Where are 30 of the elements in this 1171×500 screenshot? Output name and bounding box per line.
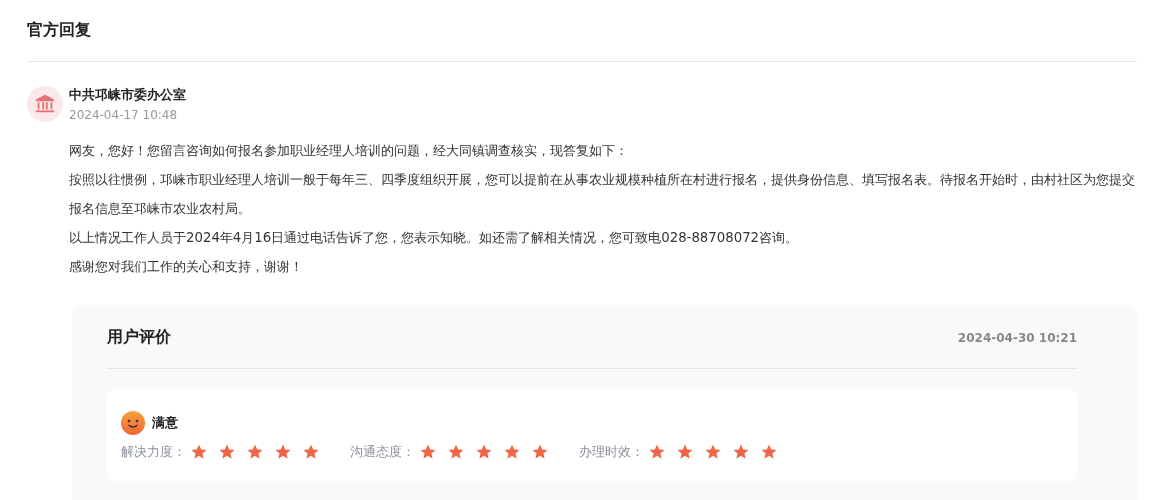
reply-paragraph: 以上情况工作人员于2024年4月16日通过电话告诉了您，您表示知晓。如还需了解相关情况，您可致电028-88708072咨询。 <box>69 229 800 247</box>
star-icon <box>648 443 666 461</box>
star-icon <box>760 443 778 461</box>
star-icon <box>246 443 264 461</box>
star-icon <box>302 443 320 461</box>
star-icon <box>704 443 722 461</box>
reply-paragraph: 网友，您好！您留言咨询如何报名参加职业经理人培训的问题，经大同镇调查核实，现答复如下： <box>69 142 629 160</box>
smiley-icon <box>121 411 145 435</box>
evaluation-time: 2024-04-30 10:21 <box>957 330 1077 345</box>
bank-icon <box>34 93 56 115</box>
star-icon <box>676 443 694 461</box>
star-icon <box>531 443 549 461</box>
author-name: 中共邛崃市委办公室 <box>69 86 186 104</box>
verdict-label: 满意 <box>152 414 178 432</box>
star-icon <box>190 443 208 461</box>
reply-time: 2024-04-17 10:48 <box>69 108 179 122</box>
rating-label: 解决力度： <box>121 443 186 461</box>
star-icon <box>419 443 437 461</box>
reply-paragraph: 感谢您对我们工作的关心和支持，谢谢！ <box>69 258 304 276</box>
star-icon <box>503 443 521 461</box>
rating-label: 沟通态度： <box>350 443 415 461</box>
reply-paragraph: 按照以往惯例，邛崃市职业经理人培训一般于每年三、四季度组织开展，您可以提前在从事农业规模种植所在村进行报名，提供身份信息、填写报名表。待报名开始时，由村社区为您提交报名信息至邛崃市农业农村局。 <box>69 171 1136 218</box>
section-title: 官方回复 <box>27 20 1137 62</box>
star-icon <box>475 443 493 461</box>
evaluation-title: 用户评价 <box>107 327 171 348</box>
star-icon <box>447 443 465 461</box>
star-icon <box>218 443 236 461</box>
star-icon <box>732 443 750 461</box>
rating-label: 办理时效： <box>579 443 644 461</box>
star-icon <box>274 443 292 461</box>
